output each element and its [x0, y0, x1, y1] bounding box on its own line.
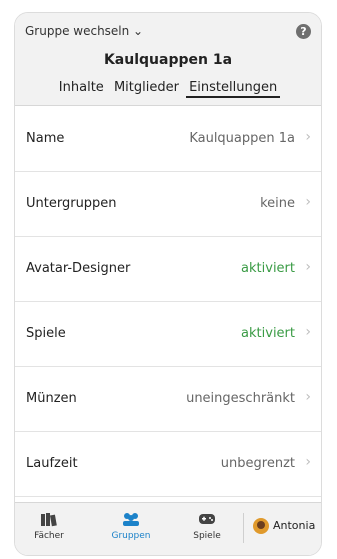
- row-value: unbegrenzt: [220, 456, 295, 471]
- nav-label: Gruppen: [111, 531, 151, 541]
- settings-row-spiele[interactable]: Spiele aktiviert ›: [15, 302, 321, 367]
- chevron-right-icon: ›: [305, 324, 311, 340]
- row-value: aktiviert: [241, 326, 295, 341]
- settings-list: Name Kaulquappen 1a › Untergruppen keine…: [15, 107, 321, 497]
- row-value: uneingeschränkt: [186, 391, 295, 406]
- row-value: Kaulquappen 1a: [189, 131, 295, 146]
- gamepad-icon: [177, 511, 237, 531]
- row-label: Untergruppen: [26, 196, 117, 211]
- settings-row-laufzeit[interactable]: Laufzeit unbegrenzt ›: [15, 432, 321, 497]
- switch-group-dropdown[interactable]: Gruppe wechseln ⌄: [25, 24, 143, 38]
- phone-frame: Gruppe wechseln ⌄ ? Kaulquappen 1a Inhal…: [14, 12, 322, 556]
- chevron-right-icon: ›: [305, 259, 311, 275]
- settings-row-avatar-designer[interactable]: Avatar-Designer aktiviert ›: [15, 237, 321, 302]
- chevron-right-icon: ›: [305, 129, 311, 145]
- row-value: keine: [260, 196, 295, 211]
- header: Gruppe wechseln ⌄ ? Kaulquappen 1a Inhal…: [15, 13, 321, 106]
- settings-row-muenzen[interactable]: Münzen uneingeschränkt ›: [15, 367, 321, 432]
- row-value: aktiviert: [241, 261, 295, 276]
- row-label: Münzen: [26, 391, 77, 406]
- books-icon: [19, 511, 79, 531]
- help-icon[interactable]: ?: [296, 24, 311, 39]
- group-icon: [101, 511, 161, 531]
- settings-row-untergruppen[interactable]: Untergruppen keine ›: [15, 172, 321, 237]
- tab-inhalte[interactable]: Inhalte: [56, 80, 107, 95]
- page-title: Kaulquappen 1a: [103, 52, 233, 68]
- tab-einstellungen[interactable]: Einstellungen: [186, 80, 281, 98]
- row-label: Name: [26, 131, 65, 146]
- row-label: Avatar-Designer: [26, 261, 131, 276]
- settings-row-name[interactable]: Name Kaulquappen 1a ›: [15, 107, 321, 172]
- chevron-right-icon: ›: [305, 194, 311, 210]
- nav-divider: [243, 513, 244, 543]
- row-label: Laufzeit: [26, 456, 78, 471]
- avatar-icon: [253, 518, 269, 534]
- nav-item-spiele[interactable]: Spiele: [177, 511, 237, 541]
- row-label: Spiele: [26, 326, 66, 341]
- chevron-right-icon: ›: [305, 454, 311, 470]
- nav-item-gruppen[interactable]: Gruppen: [101, 511, 161, 541]
- chevron-right-icon: ›: [305, 389, 311, 405]
- user-profile[interactable]: Antonia: [253, 518, 315, 534]
- user-name: Antonia: [273, 519, 316, 532]
- nav-label: Fächer: [34, 531, 64, 541]
- bottom-nav: Fächer Gruppen Spiele Antonia: [15, 502, 321, 555]
- tab-bar: Inhalte Mitglieder Einstellungen: [15, 80, 321, 98]
- nav-label: Spiele: [193, 531, 221, 541]
- tab-mitglieder[interactable]: Mitglieder: [111, 80, 182, 95]
- nav-item-faecher[interactable]: Fächer: [19, 511, 79, 541]
